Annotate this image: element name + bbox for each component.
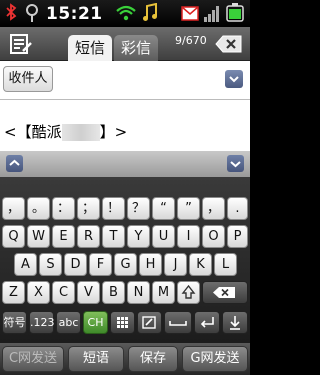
shift-icon: [181, 284, 196, 299]
signal-icon: [204, 6, 219, 22]
action-bar: C网发送 短语 保存 G网发送: [0, 343, 250, 375]
key-symbol[interactable]: ！: [102, 197, 125, 220]
g-network-send-button[interactable]: G网发送: [182, 346, 248, 372]
key-b[interactable]: B: [102, 281, 125, 304]
key-symbol[interactable]: ：: [52, 197, 75, 220]
gps-icon: [26, 4, 38, 22]
phrases-button[interactable]: 短语: [68, 346, 124, 372]
key-abc-mode[interactable]: abc: [56, 311, 81, 334]
key-f[interactable]: F: [89, 253, 112, 276]
character-counter: 9/670: [175, 34, 207, 47]
message-prefix: <【酷派: [4, 123, 62, 141]
battery-icon: [226, 3, 244, 22]
message-suffix: 】>: [99, 123, 128, 141]
recipient-dropdown[interactable]: [225, 70, 243, 88]
key-numbers-mode[interactable]: .123: [29, 311, 55, 334]
key-symbol[interactable]: ，: [202, 197, 225, 220]
key-chinese-mode[interactable]: CH: [83, 311, 108, 334]
key-e[interactable]: E: [52, 225, 75, 248]
key-symbol[interactable]: .: [227, 197, 248, 220]
wifi-icon: [116, 5, 136, 21]
key-c[interactable]: C: [52, 281, 75, 304]
key-s[interactable]: S: [39, 253, 62, 276]
key-n[interactable]: N: [127, 281, 150, 304]
chevron-down-icon: [229, 76, 239, 83]
message-body[interactable]: <【酷派 】>: [4, 121, 127, 142]
save-button[interactable]: 保存: [128, 346, 178, 372]
chevron-up-icon: [9, 159, 20, 166]
c-network-send-button[interactable]: C网发送: [2, 346, 64, 372]
key-shift[interactable]: [177, 281, 200, 304]
key-o[interactable]: O: [202, 225, 225, 248]
redacted-text: [61, 124, 100, 141]
compose-menu-icon[interactable]: [8, 32, 34, 56]
bluetooth-icon: [6, 3, 17, 21]
status-bar: 15:21: [0, 0, 250, 27]
keyboard-expand-button[interactable]: [227, 155, 244, 172]
key-grid[interactable]: [110, 311, 135, 334]
key-handwriting[interactable]: [137, 311, 162, 334]
recipient-button[interactable]: 收件人: [3, 66, 53, 92]
key-x[interactable]: X: [27, 281, 50, 304]
compose-header: 短信 彩信 9/670: [0, 27, 250, 61]
key-k[interactable]: K: [189, 253, 212, 276]
key-symbol[interactable]: ；: [77, 197, 100, 220]
key-t[interactable]: T: [102, 225, 125, 248]
key-y[interactable]: Y: [127, 225, 150, 248]
music-icon: [143, 3, 157, 21]
backspace-icon: [213, 287, 235, 298]
key-l[interactable]: L: [214, 253, 237, 276]
key-delete[interactable]: [202, 281, 248, 304]
divider: [0, 99, 250, 100]
key-i[interactable]: I: [177, 225, 200, 248]
grid-icon: [117, 317, 128, 328]
tab-mms[interactable]: 彩信: [114, 35, 158, 61]
key-g[interactable]: G: [114, 253, 137, 276]
key-d[interactable]: D: [64, 253, 87, 276]
key-u[interactable]: U: [152, 225, 175, 248]
key-z[interactable]: Z: [2, 281, 25, 304]
key-q[interactable]: Q: [2, 225, 25, 248]
key-space[interactable]: [164, 311, 192, 334]
key-p[interactable]: P: [227, 225, 248, 248]
key-hide-keyboard[interactable]: [222, 311, 248, 334]
key-symbol[interactable]: ？: [127, 197, 150, 220]
key-symbol[interactable]: ，: [2, 197, 25, 220]
key-j[interactable]: J: [164, 253, 187, 276]
message-icon: [181, 6, 199, 21]
key-h[interactable]: H: [139, 253, 162, 276]
keyboard-collapse-button[interactable]: [6, 155, 23, 172]
key-r[interactable]: R: [77, 225, 100, 248]
enter-icon: [200, 317, 214, 328]
key-enter[interactable]: [194, 311, 220, 334]
key-m[interactable]: M: [152, 281, 175, 304]
handwriting-icon: [142, 316, 156, 329]
keyboard-toolbar: [0, 151, 250, 177]
key-symbol[interactable]: 。: [27, 197, 50, 220]
key-v[interactable]: V: [77, 281, 100, 304]
key-a[interactable]: A: [14, 253, 37, 276]
arrow-down-icon: [230, 316, 240, 330]
key-symbol[interactable]: “: [152, 197, 175, 220]
key-w[interactable]: W: [27, 225, 50, 248]
keyboard: ， 。 ： ； ！ ？ “ ” ， . Q W E R T Y U I O P …: [0, 177, 250, 343]
key-symbols-mode[interactable]: 符号: [2, 311, 27, 334]
compose-area: 收件人 <【酷派 】>: [0, 61, 250, 151]
tab-sms[interactable]: 短信: [68, 35, 112, 61]
backspace-icon[interactable]: [214, 32, 244, 56]
key-symbol[interactable]: ”: [177, 197, 200, 220]
space-icon: [169, 321, 187, 326]
clock: 15:21: [46, 4, 103, 24]
chevron-down-icon: [230, 161, 241, 168]
